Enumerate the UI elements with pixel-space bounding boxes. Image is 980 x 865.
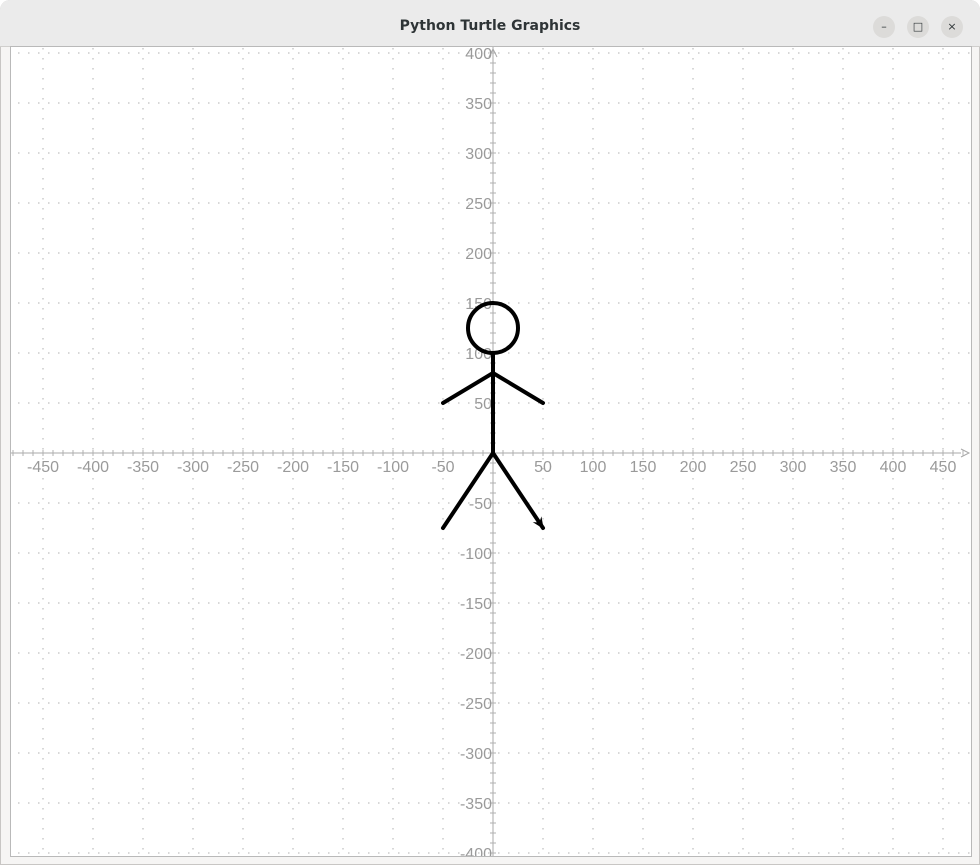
- y-tick-label: 350: [465, 96, 492, 113]
- axes: [11, 47, 971, 856]
- maximize-button[interactable]: □: [907, 16, 929, 38]
- maximize-icon: □: [912, 20, 924, 33]
- y-tick-label: 250: [465, 196, 492, 213]
- y-tick-label: -250: [460, 696, 492, 713]
- y-tick-label: 200: [465, 246, 492, 263]
- stick-figure: [441, 301, 545, 530]
- x-tick-label: -250: [227, 459, 259, 476]
- x-tick-label: 400: [880, 459, 907, 476]
- x-tick-label: 450: [930, 459, 957, 476]
- close-button[interactable]: ×: [941, 16, 963, 38]
- y-tick-label: 400: [465, 47, 492, 63]
- x-tick-label: -50: [431, 459, 454, 476]
- y-tick-label: -300: [460, 746, 492, 763]
- close-icon: ×: [947, 20, 957, 33]
- y-tick-label: -350: [460, 796, 492, 813]
- x-tick-label: 350: [830, 459, 857, 476]
- minimize-button[interactable]: –: [873, 16, 895, 38]
- x-tick-label: 250: [730, 459, 757, 476]
- right-arm: [491, 371, 545, 405]
- title-bar[interactable]: Python Turtle Graphics – □ ×: [0, 0, 980, 47]
- x-tick-label: -100: [377, 459, 409, 476]
- y-tick-label: -50: [469, 496, 492, 513]
- turtle-window: Python Turtle Graphics – □ × -450 -400 -35…: [0, 0, 980, 865]
- x-tick-label: -200: [277, 459, 309, 476]
- minimize-icon: –: [881, 20, 887, 33]
- y-tick-label: -400: [460, 846, 492, 856]
- x-tick-label: 100: [580, 459, 607, 476]
- x-tick-label: -350: [127, 459, 159, 476]
- y-tick-label: -150: [460, 596, 492, 613]
- x-tick-label: 150: [630, 459, 657, 476]
- x-tick-label: 50: [534, 459, 552, 476]
- x-tick-label: -450: [27, 459, 59, 476]
- y-tick-label: 50: [474, 396, 492, 413]
- x-tick-label: 300: [780, 459, 807, 476]
- x-tick-label: -150: [327, 459, 359, 476]
- x-tick-label: -400: [77, 459, 109, 476]
- y-tick-label: -200: [460, 646, 492, 663]
- x-tick-label: -300: [177, 459, 209, 476]
- y-tick-label: -100: [460, 546, 492, 563]
- y-tick-label: 300: [465, 146, 492, 163]
- turtle-canvas[interactable]: -450 -400 -350 -300 -250 -200 -150 -100 -50 50 100…: [10, 46, 972, 857]
- x-axis-arrow-icon: [960, 448, 971, 458]
- coordinate-plane: -450 -400 -350 -300 -250 -200 -150 -100 -50 50 100…: [11, 47, 971, 856]
- window-title: Python Turtle Graphics: [399, 18, 581, 34]
- x-tick-label: 200: [680, 459, 707, 476]
